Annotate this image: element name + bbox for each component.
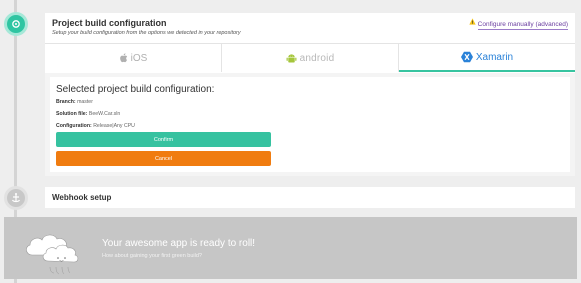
selected-config-title: Selected project build configuration: — [56, 84, 215, 95]
configure-manually-link[interactable]: Configure manually (advanced) — [477, 21, 568, 30]
branch-value: master — [77, 99, 93, 105]
solution-row: Solution file: BeeW.Car.sln — [56, 111, 120, 117]
webhook-card: Webhook setup — [45, 187, 575, 208]
apple-icon — [119, 53, 127, 63]
step-webhook-indicator — [4, 186, 28, 210]
branch-label: Branch: — [56, 99, 76, 105]
webhook-title: Webhook setup — [52, 193, 112, 202]
tab-xamarin[interactable]: Xamarin — [399, 44, 575, 72]
cancel-button[interactable]: Cancel — [56, 151, 271, 166]
tab-android-label: android — [299, 52, 335, 64]
warning-icon — [469, 18, 476, 25]
tab-xamarin-label: Xamarin — [475, 51, 514, 63]
branch-row: Branch: master — [56, 99, 93, 105]
tab-ios-label: iOS — [130, 52, 148, 64]
configuration-value: Release|Any CPU — [93, 123, 135, 129]
banner-subtitle: How about gaining your first green build… — [102, 253, 202, 259]
card-title: Project build configuration — [52, 18, 167, 28]
tab-ios[interactable]: iOS — [45, 44, 222, 72]
cloud-mascot-icon — [26, 234, 79, 275]
tab-android[interactable]: android — [222, 44, 399, 72]
platform-tabs: iOS android Xamarin — [45, 43, 575, 72]
confirm-button[interactable]: Confirm — [56, 132, 271, 147]
ready-banner: Your awesome app is ready to roll! How a… — [4, 217, 577, 279]
card-subtitle: Setup your build configuration from the … — [52, 30, 241, 36]
solution-label: Solution file: — [56, 111, 88, 117]
configuration-row: Configuration: Release|Any CPU — [56, 123, 135, 129]
xamarin-icon — [460, 51, 473, 63]
android-icon — [286, 53, 297, 62]
anchor-icon — [11, 193, 21, 203]
configuration-label: Configuration: — [56, 123, 92, 129]
banner-title: Your awesome app is ready to roll! — [102, 238, 256, 249]
step-active-indicator — [4, 12, 28, 36]
gear-icon — [12, 20, 20, 28]
solution-value: BeeW.Car.sln — [88, 111, 121, 117]
